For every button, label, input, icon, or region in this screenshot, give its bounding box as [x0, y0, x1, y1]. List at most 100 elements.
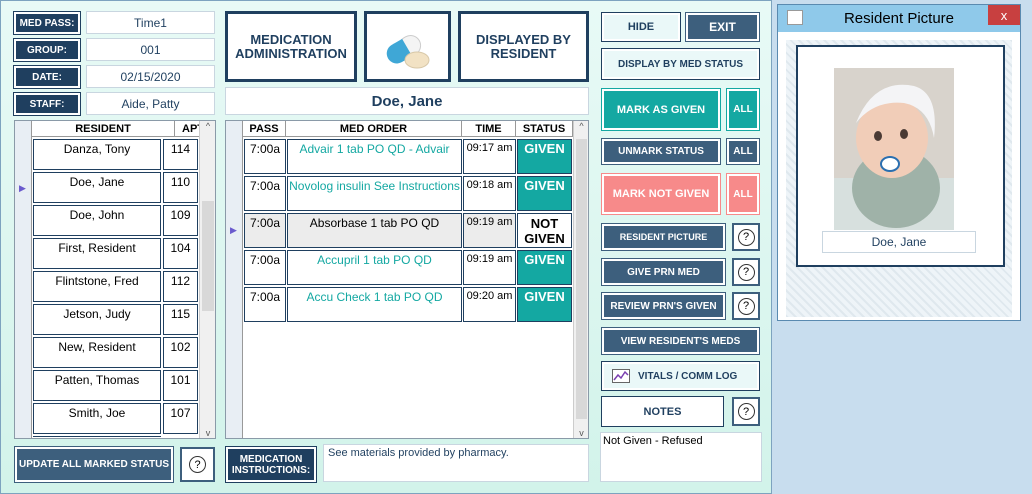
notes-help-button[interactable]: ?	[732, 397, 760, 426]
med-pass[interactable]: 7:00a	[244, 250, 286, 285]
med-pass[interactable]: 7:00a	[244, 176, 286, 211]
group-field[interactable]: 001	[86, 38, 215, 61]
resident-apt[interactable]: 110	[163, 172, 198, 203]
med-time[interactable]: 09:20 am	[463, 287, 516, 322]
resident-name[interactable]: Doe, Jane	[33, 172, 161, 203]
med-status[interactable]: GIVEN	[517, 139, 572, 174]
resident-apt[interactable]: 102	[163, 337, 198, 368]
resident-row[interactable]: Patten, Thomas 101	[15, 369, 199, 402]
med-pass[interactable]: 7:00a	[244, 287, 286, 322]
staff-field[interactable]: Aide, Patty	[86, 92, 215, 115]
group-label: GROUP:	[13, 38, 81, 62]
med-time[interactable]: 09:17 am	[463, 139, 516, 174]
scroll-thumb[interactable]	[576, 139, 587, 419]
mark-all-not-given-button[interactable]: ALL	[726, 173, 760, 215]
resident-apt[interactable]: 112	[163, 271, 198, 302]
resident-picture-help-button[interactable]: ?	[732, 223, 760, 251]
resident-apt[interactable]: 109	[163, 205, 198, 236]
resident-apt[interactable]: 114	[163, 139, 198, 170]
resident-name[interactable]: Danza, Tony	[33, 139, 161, 170]
medication-instructions-text[interactable]: See materials provided by pharmacy.	[323, 444, 589, 482]
med-order[interactable]: Absorbase 1 tab PO QD	[287, 213, 462, 248]
pass-column-header: PASS	[243, 121, 286, 137]
med-row[interactable]: 7:00a Accu Check 1 tab PO QD 09:20 am GIVEN	[226, 286, 573, 323]
resident-row[interactable]: Doe, John 109	[15, 204, 199, 237]
resident-list-scrollbar[interactable]: ^ v	[199, 121, 215, 438]
med-status[interactable]: GIVEN	[517, 250, 572, 285]
close-icon[interactable]: x	[988, 5, 1020, 25]
scroll-down-icon[interactable]: v	[574, 428, 588, 438]
scroll-up-icon[interactable]: ^	[574, 121, 588, 131]
give-prn-help-button[interactable]: ?	[732, 258, 760, 286]
medication-administration-form: MED PASS: Time1 GROUP: 001 DATE: 02/15/2…	[0, 0, 772, 494]
resident-name[interactable]: Smith, Joe	[33, 403, 161, 434]
med-time[interactable]: 09:19 am	[463, 250, 516, 285]
resident-apt[interactable]: 101	[163, 370, 198, 401]
med-order[interactable]: Accupril 1 tab PO QD	[287, 250, 462, 285]
med-row[interactable]: 7:00a Advair 1 tab PO QD - Advair 09:17 am…	[226, 138, 573, 175]
review-prn-help-button[interactable]: ?	[732, 292, 760, 320]
resident-name[interactable]: Flintstone, Fred	[33, 271, 161, 302]
resident-row[interactable]: Flintstone, Fred 112	[15, 270, 199, 303]
exit-button[interactable]: EXIT	[685, 12, 760, 42]
resident-apt[interactable]: 104	[163, 238, 198, 269]
resident-row[interactable]: ▶ Doe, Jane 110	[15, 171, 199, 204]
resident-list: RESIDENT APT Danza, Tony 114 ▶ Doe, Jane 110…	[14, 120, 216, 439]
med-row[interactable]: ▶ 7:00a Absorbase 1 tab PO QD 09:19 am NOT G…	[226, 212, 573, 249]
help-icon: ?	[737, 403, 755, 420]
med-list-scrollbar[interactable]: ^ v	[573, 121, 588, 438]
resident-row[interactable]: Danza, Tony 114	[15, 138, 199, 171]
scroll-thumb[interactable]	[202, 201, 214, 311]
resident-photo	[834, 68, 954, 230]
resident-row[interactable]: Jetson, Judy 115	[15, 303, 199, 336]
unmark-status-button[interactable]: UNMARK STATUS	[601, 138, 721, 165]
med-time[interactable]: 09:18 am	[463, 176, 516, 211]
mark-all-given-button[interactable]: ALL	[726, 88, 760, 131]
med-pass[interactable]: 7:00a	[244, 213, 286, 248]
resident-apt[interactable]: 107	[163, 403, 198, 434]
med-time[interactable]: 09:19 am	[463, 213, 516, 248]
window-title-bar[interactable]: Resident Picture	[778, 5, 1020, 32]
resident-picture-button[interactable]: RESIDENT PICTURE	[601, 223, 726, 251]
med-pass-field[interactable]: Time1	[86, 11, 215, 34]
view-residents-meds-button[interactable]: VIEW RESIDENT'S MEDS	[601, 327, 760, 355]
update-help-button[interactable]: ?	[180, 447, 215, 482]
resident-name[interactable]: First, Resident	[33, 238, 161, 269]
notes-text[interactable]: Not Given - Refused	[600, 432, 762, 482]
scroll-up-icon[interactable]: ^	[200, 121, 215, 131]
med-order[interactable]: Novolog insulin See Instructions	[287, 176, 462, 211]
med-status[interactable]: NOT GIVEN	[517, 213, 572, 248]
display-by-med-status-button[interactable]: DISPLAY BY MED STATUS	[601, 48, 760, 80]
med-row[interactable]: 7:00a Accupril 1 tab PO QD 09:19 am GIVEN	[226, 249, 573, 286]
med-status[interactable]: GIVEN	[517, 287, 572, 322]
resident-name[interactable]: Patten, Thomas	[33, 370, 161, 401]
resident-name[interactable]: Doe, John	[33, 205, 161, 236]
vitals-comm-log-button[interactable]: VITALS / COMM LOG	[601, 361, 760, 391]
resident-apt[interactable]: 115	[163, 304, 198, 335]
resident-column-header: RESIDENT	[32, 121, 175, 137]
resident-row[interactable]: Smith, Joe 107	[15, 402, 199, 435]
give-prn-med-button[interactable]: GIVE PRN MED	[601, 258, 726, 286]
med-pass[interactable]: 7:00a	[244, 139, 286, 174]
med-order[interactable]: Advair 1 tab PO QD - Advair	[287, 139, 462, 174]
hide-button[interactable]: HIDE	[601, 12, 681, 42]
resident-name[interactable]: Jetson, Judy	[33, 304, 161, 335]
resident-row[interactable]: New, Resident 102	[15, 336, 199, 369]
unmark-all-button[interactable]: ALL	[726, 138, 760, 165]
update-all-marked-status-button[interactable]: UPDATE ALL MARKED STATUS	[14, 446, 174, 483]
med-order[interactable]: Accu Check 1 tab PO QD	[287, 287, 462, 322]
mark-not-given-button[interactable]: MARK NOT GIVEN	[601, 173, 721, 215]
med-status[interactable]: GIVEN	[517, 176, 572, 211]
mark-as-given-button[interactable]: MARK AS GIVEN	[601, 88, 721, 131]
review-prns-given-button[interactable]: REVIEW PRN'S GIVEN	[601, 292, 726, 320]
notes-button[interactable]: NOTES	[601, 396, 724, 427]
displayed-by-resident-box: DISPLAYED BY RESIDENT	[458, 11, 589, 82]
med-order-column-header: MED ORDER	[286, 121, 462, 137]
resident-name[interactable]: New, Resident	[33, 337, 161, 368]
partial-row	[33, 436, 161, 438]
date-field[interactable]: 02/15/2020	[86, 65, 215, 88]
resident-row[interactable]: First, Resident 104	[15, 237, 199, 270]
med-row[interactable]: 7:00a Novolog insulin See Instructions 09:…	[226, 175, 573, 212]
scroll-down-icon[interactable]: v	[200, 428, 215, 438]
selected-resident-name: Doe, Jane	[225, 87, 589, 115]
